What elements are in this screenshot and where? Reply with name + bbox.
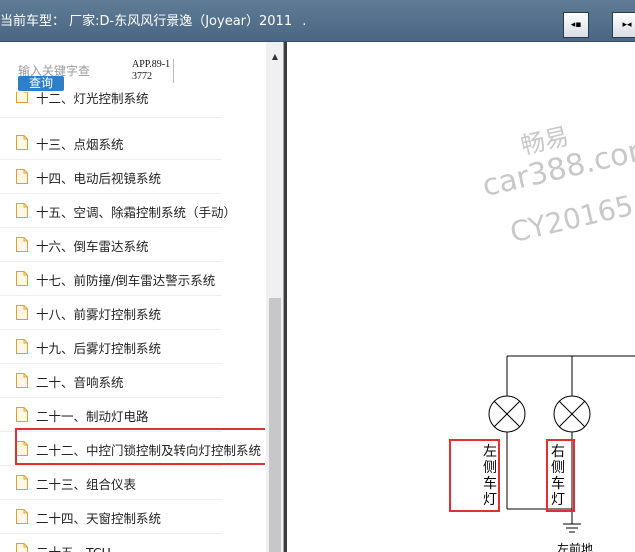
tree-item-label: 十五、空调、除霜控制系统（手动） [36, 205, 237, 220]
title-bar: 当前车型： 厂家:D-东风风行景逸（Joyear）2011 . ◂▪ ▸◂ [0, 0, 635, 42]
app-version: APP.89-13772 [132, 59, 174, 83]
tree-item-label: 十九、后雾灯控制系统 [36, 341, 162, 356]
label-char: 侧 [483, 460, 497, 476]
document-icon [16, 373, 28, 388]
step-back-icon: ◂▪ [570, 19, 582, 30]
document-icon [16, 475, 28, 490]
tree-item[interactable]: 二十、音响系统 [0, 364, 222, 398]
tree-item-label: 二十二、中控门锁控制及转向灯控制系统 [36, 443, 262, 458]
nav-next-button[interactable]: ▸◂ [612, 12, 635, 38]
scroll-thumb[interactable] [269, 298, 281, 552]
label-char: 灯 [483, 492, 497, 508]
current-model-suffix: . [302, 14, 307, 29]
document-icon [16, 203, 28, 218]
tree-item-label: 十六、倒车雷达系统 [36, 239, 149, 254]
tree-item-label: 二十三、组合仪表 [36, 477, 137, 492]
tree-item-label: 十七、前防撞/倒车雷达警示系统 [36, 273, 216, 288]
nav-prev-button[interactable]: ◂▪ [563, 12, 589, 38]
circuit-tree: 十二、灯光控制系统 十三、点烟系统十四、电动后视镜系统十五、空调、除霜控制系统（… [0, 92, 265, 552]
tree-item-label: 十八、前雾灯控制系统 [36, 307, 162, 322]
label-char: 车 [551, 476, 565, 492]
tree-item-label: 二十一、制动灯电路 [36, 409, 149, 424]
tree-item[interactable]: 十六、倒车雷达系统 [0, 228, 222, 262]
tree-item[interactable]: 二十三、组合仪表 [0, 466, 222, 500]
tree-item-label: 十三、点烟系统 [36, 137, 124, 152]
tree-item[interactable]: 十八、前雾灯控制系统 [0, 296, 222, 330]
tree-item-label: 二十、音响系统 [36, 375, 124, 390]
right-lamp-label: 右 侧 车 灯 [550, 444, 566, 508]
circuit-index-panel: 查询 APP.89-13772 十二、灯光控制系统 十三、点烟系统十四、电动后视… [0, 42, 284, 552]
ground-label: 左前地 [557, 542, 594, 552]
current-model-text: 当前车型： 厂家:D-东风风行景逸（Joyear）2011 [0, 14, 293, 29]
tree-item[interactable]: 十三、点烟系统 [0, 126, 222, 160]
scroll-up-arrow-icon[interactable]: ▲ [266, 50, 283, 64]
label-char: 车 [483, 476, 497, 492]
current-model-title: 当前车型： 厂家:D-东风风行景逸（Joyear）2011 . [0, 10, 306, 29]
tree-item-label: 二十四、天窗控制系统 [36, 511, 162, 526]
step-forward-icon: ▸◂ [622, 19, 632, 30]
tree-item[interactable]: 二十一、制动灯电路 [0, 398, 222, 432]
tree-item[interactable]: 二十二、中控门锁控制及转向灯控制系统 [0, 432, 261, 466]
document-icon [16, 509, 28, 524]
tree-item-label: 二十五、TCU [36, 542, 111, 552]
document-icon [16, 339, 28, 354]
circuit-diagram-panel: 畅易 car388.com CY20165 左 侧 车 灯 右 侧 车 灯 左前… [287, 42, 635, 552]
tree-item[interactable]: 十七、前防撞/倒车雷达警示系统 [0, 262, 222, 296]
label-char: 灯 [551, 492, 565, 508]
label-char: 侧 [551, 460, 565, 476]
document-icon [16, 237, 28, 252]
document-icon [16, 169, 28, 184]
tree-item[interactable]: 二十五、TCU [0, 534, 222, 552]
search-button[interactable]: 查询 [18, 76, 64, 91]
document-icon [16, 305, 28, 320]
tree-item[interactable]: 十九、后雾灯控制系统 [0, 330, 222, 364]
document-icon [16, 271, 28, 286]
tree-scrollbar[interactable]: ▲ [266, 42, 283, 552]
tree-item[interactable]: 十二、灯光控制系统 [0, 92, 222, 118]
document-icon [16, 407, 28, 422]
tree-item[interactable]: 二十四、天窗控制系统 [0, 500, 222, 534]
label-char: 右 [551, 444, 565, 460]
tree-item-label: 十二、灯光控制系统 [36, 92, 149, 106]
tree-item[interactable]: 十四、电动后视镜系统 [0, 160, 222, 194]
document-icon [16, 543, 28, 552]
document-icon [16, 135, 28, 150]
label-char: 左 [483, 444, 497, 460]
tree-item[interactable]: 十五、空调、除霜控制系统（手动） [0, 194, 236, 228]
document-icon [16, 441, 28, 456]
document-icon [16, 92, 28, 103]
tree-item-label: 十四、电动后视镜系统 [36, 171, 162, 186]
left-lamp-label: 左 侧 车 灯 [482, 444, 498, 508]
